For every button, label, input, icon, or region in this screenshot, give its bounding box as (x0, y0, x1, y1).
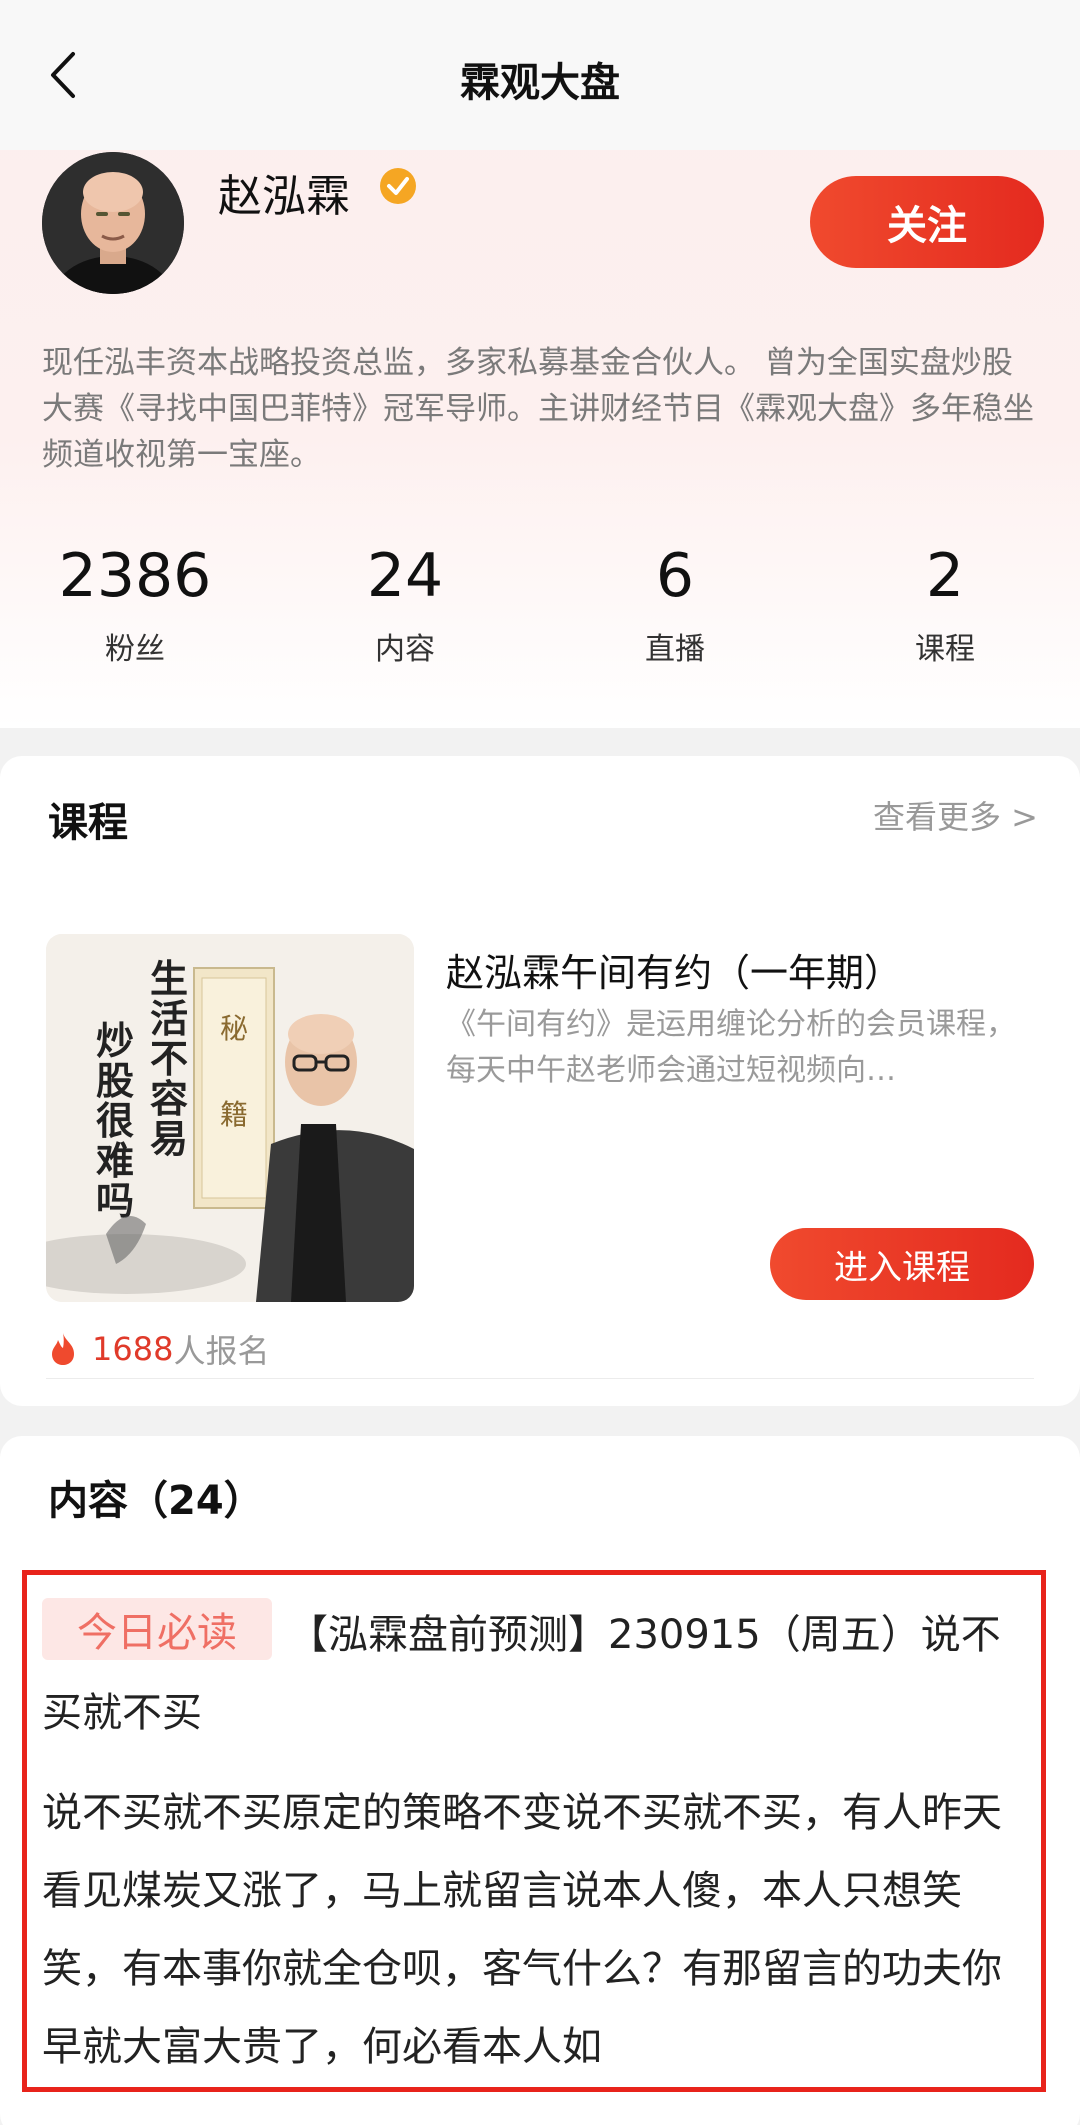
stat-live[interactable]: 6 直播 (540, 540, 810, 680)
follow-button[interactable]: 关注 (810, 176, 1044, 268)
course-cover-art: 秘 籍 生活不容易 炒股很难吗 (46, 934, 414, 1302)
cover-text-1: 生活不容易 (150, 957, 188, 1161)
course-description: 《午间有约》是运用缠论分析的会员课程，每天中午赵老师会通过短视频向… (446, 1007, 1016, 1088)
stat-value: 2 (925, 541, 965, 611)
profile-page: 霖观大盘 赵泓霖 关注 现任泓丰资本战略投资总监，多家私募基金合伙人。 曾为全国… (0, 0, 1080, 2125)
stat-label: 粉丝 (105, 632, 165, 667)
stats-row: 2386 粉丝 24 内容 6 直播 2 课程 (0, 540, 1080, 680)
stat-courses[interactable]: 2 课程 (810, 540, 1080, 680)
verified-badge-icon (380, 168, 416, 204)
must-read-tag: 今日必读 (42, 1598, 272, 1660)
course-title[interactable]: 赵泓霖午间有约（一年期） (446, 942, 902, 997)
post-body[interactable]: 说不买就不买原定的策略不变说不买就不买，有人昨天看见煤炭又涨了，马上就留言说本人… (42, 1774, 1022, 2086)
nav-bar: 霖观大盘 (0, 0, 1080, 150)
stat-fans[interactable]: 2386 粉丝 (0, 540, 270, 680)
see-more-link[interactable]: 查看更多 > (873, 792, 1038, 838)
enroll-suffix: 人报名 (173, 1332, 270, 1370)
enroll-count: 1688 (92, 1330, 174, 1368)
course-cover-image[interactable]: 秘 籍 生活不容易 炒股很难吗 (46, 934, 414, 1302)
stat-value: 6 (655, 541, 695, 611)
enter-course-button[interactable]: 进入课程 (770, 1228, 1034, 1300)
stat-content[interactable]: 24 内容 (270, 540, 540, 680)
content-section-title: 内容（24） (48, 1478, 264, 1524)
avatar[interactable] (42, 152, 184, 294)
enroll-info: 1688 人报名 (48, 1326, 269, 1372)
svg-text:籍: 籍 (220, 1098, 248, 1131)
fire-icon (52, 1333, 74, 1365)
cover-scroll-text: 秘 (220, 1012, 248, 1045)
stat-label: 课程 (915, 632, 975, 667)
stat-label: 直播 (645, 632, 705, 667)
profile-name: 赵泓霖 (218, 171, 350, 222)
stat-label: 内容 (375, 632, 435, 667)
page-title: 霖观大盘 (460, 60, 620, 106)
profile-bio: 现任泓丰资本战略投资总监，多家私募基金合伙人。 曾为全国实盘炒股大赛《寻找中国巴… (42, 345, 1034, 473)
stat-value: 2386 (58, 541, 212, 611)
stat-value: 24 (366, 541, 444, 611)
divider (46, 1378, 1034, 1379)
cover-text-2: 炒股很难吗 (96, 1019, 134, 1223)
avatar-portrait (42, 152, 184, 294)
course-section-title: 课程 (48, 800, 128, 846)
